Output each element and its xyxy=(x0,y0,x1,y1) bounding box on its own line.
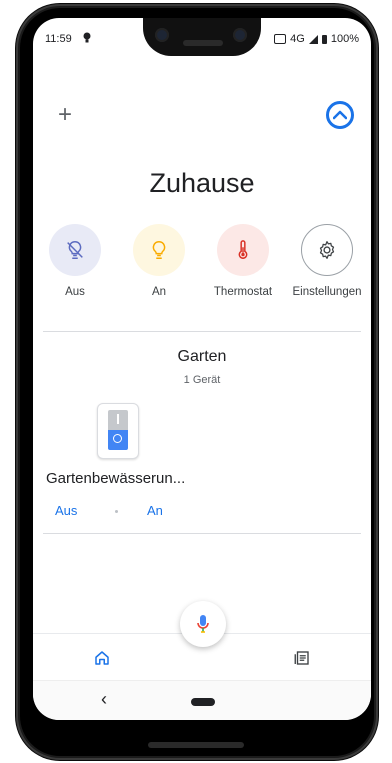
network-label: 4G xyxy=(290,33,305,45)
gear-icon xyxy=(301,224,353,276)
feed-icon xyxy=(294,651,309,665)
home-gesture-pill[interactable] xyxy=(191,698,215,706)
system-navigation-bar: ‹ xyxy=(33,680,371,720)
device-name[interactable]: Gartenbewässerun... xyxy=(46,470,185,487)
account-button[interactable] xyxy=(326,101,354,129)
thermometer-icon xyxy=(217,224,269,276)
lightbulb-on-icon xyxy=(133,224,185,276)
page-title: Zuhause xyxy=(149,168,255,198)
device-off-button[interactable]: Aus xyxy=(55,503,77,518)
quick-action-lights-on[interactable]: An xyxy=(119,224,199,298)
mic-button[interactable] xyxy=(180,601,226,647)
quick-action-label: Einstellungen xyxy=(292,286,362,298)
quick-action-label: Aus xyxy=(65,286,85,298)
add-button[interactable]: + xyxy=(51,101,79,129)
feed-tab[interactable] xyxy=(293,649,311,667)
front-camera-left xyxy=(155,28,169,42)
lightbulb-off-icon xyxy=(49,224,101,276)
quick-action-label: Thermostat xyxy=(213,286,273,298)
quick-action-settings[interactable]: Einstellungen xyxy=(287,224,367,298)
earpiece-speaker xyxy=(183,40,223,46)
separator-dot xyxy=(115,510,118,513)
switch-icon xyxy=(108,410,128,450)
screen: 11:59 4G 100% + Zuhause Aus An Thermosta… xyxy=(33,18,371,720)
phone-bottom-speaker xyxy=(148,742,244,748)
microphone-icon xyxy=(197,615,209,633)
quick-action-label: An xyxy=(151,286,167,298)
home-icon xyxy=(95,651,109,665)
status-time: 11:59 xyxy=(45,33,72,45)
device-on-button[interactable]: An xyxy=(147,503,163,518)
signal-icon xyxy=(308,34,318,44)
front-camera-right xyxy=(233,28,247,42)
divider xyxy=(43,331,361,332)
status-icons: 4G 100% xyxy=(274,33,359,45)
room-title: Garten xyxy=(177,348,227,365)
device-tile[interactable] xyxy=(97,403,139,459)
quick-action-lights-off[interactable]: Aus xyxy=(35,224,115,298)
battery-label: 100% xyxy=(330,33,359,45)
home-tab[interactable] xyxy=(93,649,111,667)
back-button[interactable]: ‹ xyxy=(101,689,107,710)
notification-bulb-icon xyxy=(83,32,91,46)
camera-notch xyxy=(143,18,261,56)
room-device-count: 1 Gerät xyxy=(183,374,221,386)
battery-icon xyxy=(321,34,327,44)
vibrate-icon xyxy=(274,34,287,44)
chevron-up-icon xyxy=(333,110,347,120)
divider xyxy=(43,533,361,534)
quick-action-thermostat[interactable]: Thermostat xyxy=(203,224,283,298)
